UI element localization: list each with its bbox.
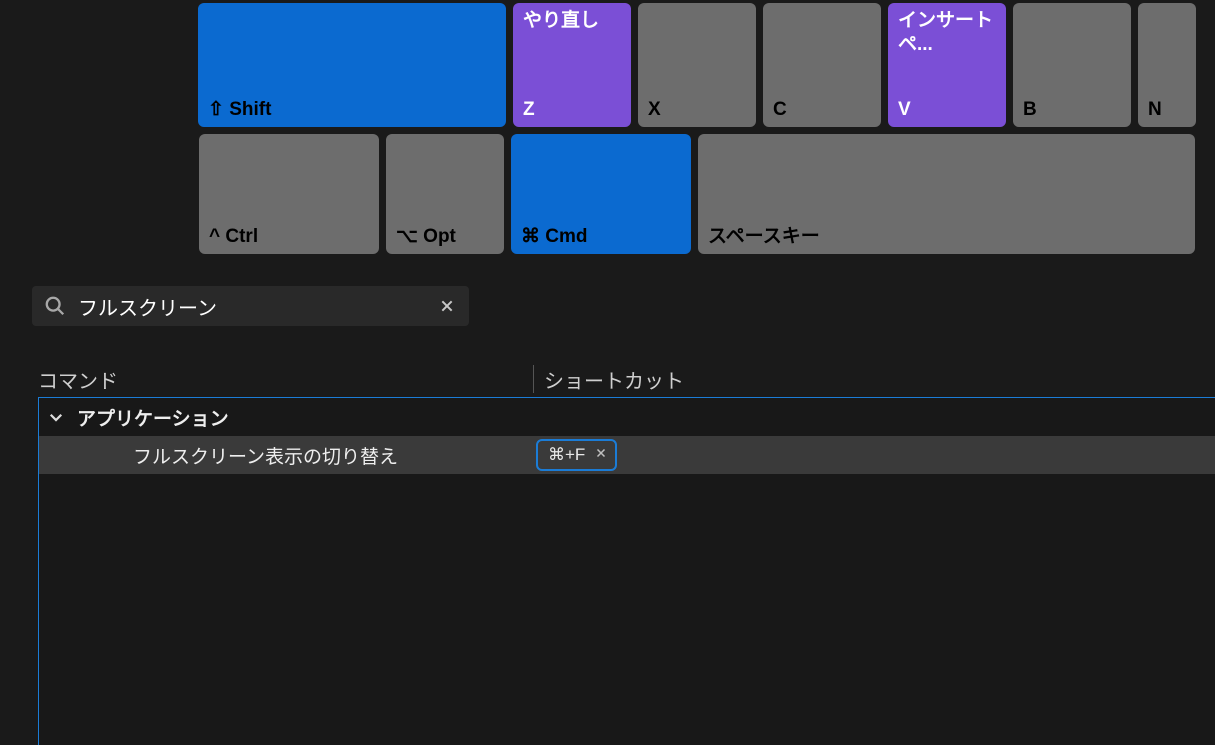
shortcut-table: アプリケーション フルスクリーン表示の切り替え ⌘+F <box>38 397 1215 745</box>
shortcut-chip[interactable]: ⌘+F <box>536 439 617 471</box>
search-field[interactable] <box>32 286 469 326</box>
key-shift[interactable]: ⇧ Shift <box>198 3 506 127</box>
remove-shortcut-button[interactable] <box>595 446 607 464</box>
key-z[interactable]: やり直し Z <box>513 3 631 127</box>
key-x[interactable]: X <box>638 3 756 127</box>
key-z-action: やり直し <box>523 9 621 33</box>
key-shift-label: ⇧ Shift <box>208 98 496 121</box>
search-input[interactable] <box>78 295 423 318</box>
key-n[interactable]: N <box>1138 3 1196 127</box>
key-opt[interactable]: ⌥ Opt <box>386 134 504 254</box>
search-icon <box>44 295 66 317</box>
table-row[interactable]: フルスクリーン表示の切り替え ⌘+F <box>39 436 1215 474</box>
command-label: フルスクリーン表示の切り替え <box>39 442 536 469</box>
key-b-label: B <box>1023 99 1121 121</box>
key-ctrl[interactable]: ^ Ctrl <box>199 134 379 254</box>
group-label: アプリケーション <box>77 404 229 431</box>
key-cmd[interactable]: ⌘ Cmd <box>511 134 691 254</box>
clear-search-button[interactable] <box>435 294 459 318</box>
key-cmd-label: ⌘ Cmd <box>521 225 681 248</box>
header-divider <box>533 365 534 393</box>
key-opt-label: ⌥ Opt <box>396 225 494 248</box>
keyboard-row-2: ^ Ctrl ⌥ Opt ⌘ Cmd スペースキー <box>199 134 1215 254</box>
key-ctrl-label: ^ Ctrl <box>209 226 369 248</box>
group-row[interactable]: アプリケーション <box>39 398 1215 436</box>
key-v-action: インサートペ... <box>898 9 996 57</box>
table-headers: コマンド ショートカット <box>38 361 1215 397</box>
key-v[interactable]: インサートペ... V <box>888 3 1006 127</box>
key-b[interactable]: B <box>1013 3 1131 127</box>
chevron-down-icon <box>47 408 65 426</box>
key-v-label: V <box>898 99 996 121</box>
key-x-label: X <box>648 99 746 121</box>
keyboard-row-1: ⇧ Shift やり直し Z X C インサートペ... V B N <box>198 3 1215 127</box>
key-c-label: C <box>773 99 871 121</box>
shortcut-text: ⌘+F <box>548 445 585 465</box>
key-z-label: Z <box>523 99 621 121</box>
header-shortcut: ショートカット <box>544 365 1215 394</box>
key-c[interactable]: C <box>763 3 881 127</box>
key-n-label: N <box>1148 99 1186 121</box>
keyboard-area: ⇧ Shift やり直し Z X C インサートペ... V B N <box>0 0 1215 261</box>
key-space[interactable]: スペースキー <box>698 134 1195 254</box>
header-command: コマンド <box>38 365 533 394</box>
key-space-label: スペースキー <box>708 221 1185 248</box>
